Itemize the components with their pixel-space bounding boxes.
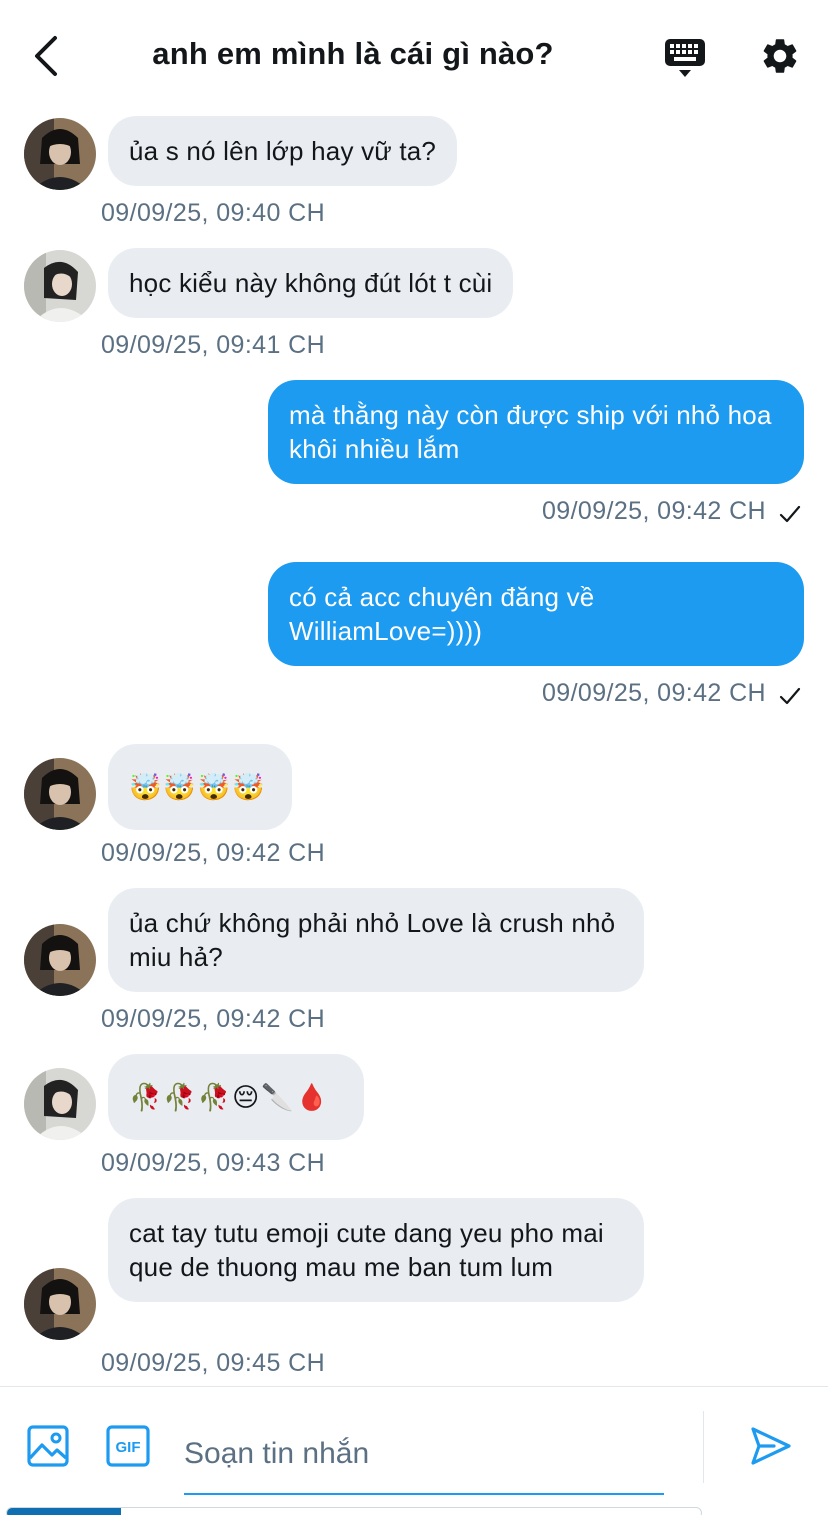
user-photo	[24, 924, 96, 996]
user-photo	[24, 1268, 96, 1340]
message-timestamp: 09/09/25, 09:45 CH	[101, 1349, 326, 1377]
user-photo	[24, 118, 96, 190]
image-icon	[27, 1425, 69, 1467]
message-list[interactable]: ủa s nó lên lớp hay vữ ta? 09/09/25, 09:…	[0, 110, 828, 1386]
send-icon	[751, 1427, 791, 1465]
chat-header: anh em mình là cái gì nào?	[0, 0, 828, 110]
user-photo	[24, 1068, 96, 1140]
svg-text:GIF: GIF	[116, 1439, 141, 1456]
attach-image-button[interactable]	[26, 1424, 70, 1468]
attach-gif-button[interactable]: GIF	[105, 1424, 151, 1468]
avatar[interactable]	[24, 758, 96, 830]
keyboard-button[interactable]	[660, 32, 710, 82]
message-bubble[interactable]: có cả acc chuyên đăng về WilliamLove=)))…	[268, 562, 804, 666]
conversation-title: anh em mình là cái gì nào?	[152, 36, 554, 71]
keyboard-icon	[665, 39, 705, 77]
message-bubble[interactable]: 🥀🥀🥀😔🔪🩸	[108, 1054, 364, 1140]
message-timestamp: 09/09/25, 09:42 CH	[541, 679, 766, 707]
avatar[interactable]	[24, 924, 96, 996]
avatar[interactable]	[24, 118, 96, 190]
avatar[interactable]	[24, 1068, 96, 1140]
message-timestamp: 09/09/25, 09:41 CH	[101, 331, 326, 359]
message-composer: GIF	[0, 1386, 828, 1515]
back-button[interactable]	[22, 30, 70, 82]
message-timestamp: 09/09/25, 09:42 CH	[101, 839, 326, 867]
composer-divider	[703, 1411, 704, 1483]
gif-icon: GIF	[106, 1425, 150, 1467]
message-timestamp: 09/09/25, 09:42 CH	[541, 497, 766, 525]
message-bubble[interactable]: học kiểu này không đút lót t cùi	[108, 248, 514, 318]
message-bubble[interactable]: mà thằng này còn được ship với nhỏ hoa k…	[268, 380, 804, 484]
message-timestamp: 09/09/25, 09:43 CH	[101, 1149, 326, 1177]
message-input[interactable]	[184, 1415, 664, 1495]
chevron-left-icon	[35, 36, 57, 76]
check-icon	[779, 687, 801, 705]
avatar[interactable]	[24, 250, 96, 322]
gear-icon	[763, 39, 797, 73]
send-button[interactable]	[748, 1423, 794, 1469]
user-photo	[24, 758, 96, 830]
message-timestamp: 09/09/25, 09:42 CH	[101, 1005, 326, 1033]
message-bubble[interactable]: 🤯🤯🤯🤯	[108, 744, 292, 830]
message-bubble[interactable]: ủa s nó lên lớp hay vữ ta?	[108, 116, 458, 186]
avatar[interactable]	[24, 1268, 96, 1340]
message-bubble[interactable]: ủa chứ không phải nhỏ Love là crush nhỏ …	[108, 888, 644, 992]
message-timestamp: 09/09/25, 09:40 CH	[101, 199, 326, 227]
check-icon	[779, 505, 801, 523]
message-bubble[interactable]: cat tay tutu emoji cute dang yeu pho mai…	[108, 1198, 644, 1302]
user-photo	[24, 250, 96, 322]
settings-button[interactable]	[756, 32, 804, 80]
scroll-indicator	[6, 1507, 702, 1515]
